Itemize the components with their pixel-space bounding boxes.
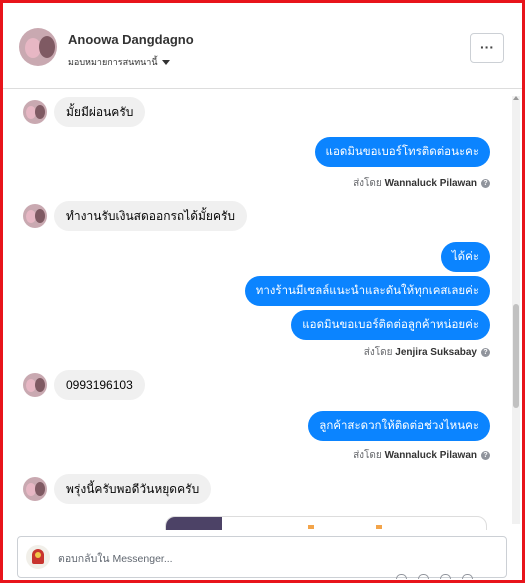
message-thread: มั้ยมีผ่อนครับ แอดมินขอเบอร์โทรติดต่อนะค… [3, 90, 522, 530]
conversation-header: Anoowa Dangdagno มอบหมายการสนทนานี้ ··· [3, 3, 522, 89]
incoming-message: พรุ่งนี้ครับพอดีวันหยุดครับ [54, 474, 212, 504]
attachment-card-preview[interactable] [165, 516, 487, 530]
gif-icon[interactable] [418, 574, 429, 579]
assign-label: มอบหมายการสนทนานี้ [68, 57, 158, 67]
sent-by-line: ส่งโดย Wannaluck Pilawan? [353, 176, 490, 191]
like-icon[interactable] [462, 574, 473, 579]
incoming-message: มั้ยมีผ่อนครับ [54, 97, 146, 127]
card-image [166, 517, 222, 530]
info-icon[interactable]: ? [481, 178, 490, 188]
contact-avatar-small [23, 373, 47, 397]
info-icon[interactable]: ? [481, 347, 490, 357]
sent-by-label: ส่งโดย [363, 347, 393, 358]
caret-down-icon [161, 60, 170, 66]
outgoing-message: ได้ค่ะ [440, 242, 490, 272]
incoming-message: 0993196103 [54, 370, 145, 400]
page-avatar [26, 545, 50, 569]
incoming-message: ทำงานรับเงินสดออกรถได้มั้ยครับ [54, 201, 248, 231]
sent-by-label: ส่งโดย [353, 178, 382, 189]
messenger-panel: Anoowa Dangdagno มอบหมายการสนทนานี้ ··· … [3, 3, 522, 580]
contact-avatar-small [23, 204, 47, 228]
scrollbar-thumb[interactable] [513, 304, 519, 408]
outgoing-message: ทางร้านมีเซลล์แนะนำและดันให้ทุกเคสเลยค่ะ [244, 276, 490, 306]
contact-name[interactable]: Anoowa Dangdagno [68, 32, 194, 47]
sender-name: Jenjira Suksabay [395, 347, 477, 358]
outgoing-message: ลูกค้าสะดวกให้ติดต่อช่วงไหนคะ [308, 411, 490, 441]
reply-composer[interactable]: ตอบกลับใน Messenger... [17, 536, 507, 579]
contact-avatar-small [23, 100, 47, 124]
info-icon[interactable]: ? [481, 450, 490, 460]
sender-name: Wannaluck Pilawan [384, 450, 477, 461]
more-icon: ··· [480, 39, 494, 55]
emoji-icon[interactable] [440, 574, 451, 579]
composer-tools [396, 573, 476, 579]
contact-avatar-small [23, 477, 47, 501]
card-decoration [376, 525, 382, 529]
more-options-button[interactable]: ··· [470, 33, 504, 63]
sender-name: Wannaluck Pilawan [384, 178, 477, 189]
card-decoration [308, 525, 314, 529]
assign-conversation-dropdown[interactable]: มอบหมายการสนทนานี้ [68, 55, 170, 69]
scroll-up-icon[interactable] [513, 96, 519, 100]
outgoing-message: แอดมินขอเบอร์ติดต่อลูกค้าหน่อยค่ะ [291, 310, 490, 340]
sent-by-label: ส่งโดย [353, 450, 382, 461]
outgoing-message: แอดมินขอเบอร์โทรติดต่อนะคะ [314, 137, 490, 167]
contact-avatar[interactable] [19, 28, 57, 66]
sent-by-line: ส่งโดย Jenjira Suksabay? [364, 345, 490, 360]
attach-icon[interactable] [396, 574, 407, 579]
sent-by-line: ส่งโดย Wannaluck Pilawan? [353, 448, 490, 463]
reply-input[interactable]: ตอบกลับใน Messenger... [58, 550, 173, 567]
